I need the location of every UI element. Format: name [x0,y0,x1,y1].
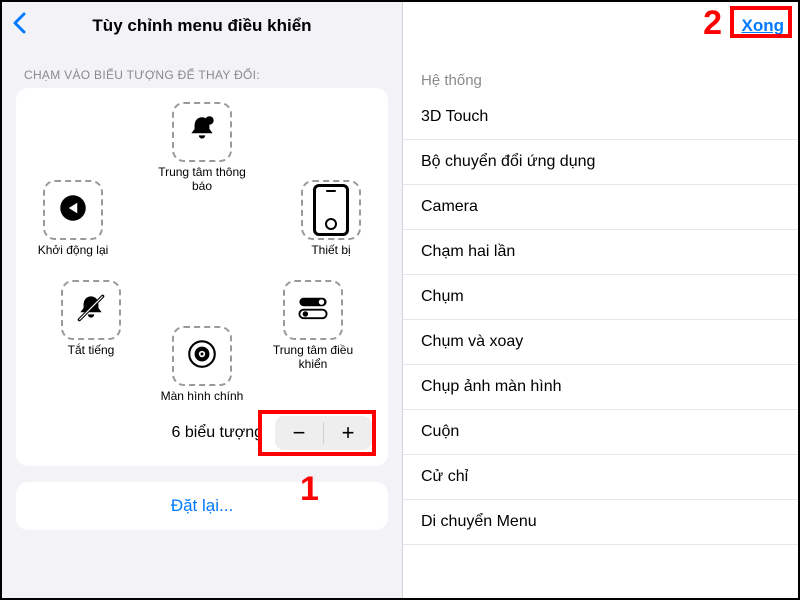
slot-restart[interactable]: Khởi động lại [28,180,118,258]
bell-slash-icon [74,291,108,330]
customize-pane: Tùy chỉnh menu điều khiển CHẠM VÀO BIỂU … [2,2,402,598]
slot-label: Thiết bị [286,244,376,258]
slot-notification-center[interactable]: Trung tâm thông báo [157,102,247,194]
radial-layout: Trung tâm thông báo Khởi động lại Thiết … [24,102,380,402]
slot-device[interactable]: Thiết bị [286,180,376,258]
list-group-header: Hệ thống [403,50,798,95]
actions-list: 3D TouchBộ chuyển đổi ứng dụngCameraChạm… [403,95,798,598]
stepper-minus-button[interactable]: − [275,416,323,450]
bell-badge-icon [185,113,219,152]
slot-home[interactable]: Màn hình chính [157,326,247,404]
list-item[interactable]: Cử chỉ [403,455,798,500]
stepper-plus-button[interactable]: + [324,416,372,450]
slot-label: Trung tâm thông báo [157,166,247,194]
reset-button[interactable]: Đặt lại... [16,482,388,530]
slot-label: Trung tâm điều khiển [268,344,358,372]
list-item[interactable]: Chạm hai lần [403,230,798,275]
slot-mute[interactable]: Tắt tiếng [46,280,136,358]
list-item[interactable]: 3D Touch [403,95,798,140]
annotation-2: 2 [703,4,722,43]
toggles-icon [296,291,330,330]
done-button[interactable]: Xong [742,16,785,36]
list-item[interactable]: Camera [403,185,798,230]
slot-control-center[interactable]: Trung tâm điều khiển [268,280,358,372]
back-chevron-icon[interactable] [12,12,26,41]
icon-count-row: 6 biểu tượng − + [32,416,372,450]
slot-label: Khởi động lại [28,244,118,258]
nav-bar-right: Xong 2 [403,2,798,50]
list-item[interactable]: Cuộn [403,410,798,455]
device-phone-icon [313,184,349,236]
list-item[interactable]: Chụm [403,275,798,320]
list-item[interactable]: Chụp ảnh màn hình [403,365,798,410]
actions-pane: Xong 2 Hệ thống 3D TouchBộ chuyển đổi ứn… [402,2,798,598]
icon-count-stepper: − + [275,416,372,450]
reset-label: Đặt lại... [171,496,233,515]
home-target-icon [185,337,219,376]
section-hint: CHẠM VÀO BIỂU TƯỢNG ĐỂ THAY ĐỔI: [2,50,402,88]
slot-label: Tắt tiếng [46,344,136,358]
icon-grid-card: Trung tâm thông báo Khởi động lại Thiết … [16,88,388,466]
list-item[interactable]: Di chuyển Menu [403,500,798,545]
nav-bar: Tùy chỉnh menu điều khiển [2,2,402,50]
page-title: Tùy chỉnh menu điều khiển [92,16,311,36]
slot-label: Màn hình chính [157,390,247,404]
icon-count-label: 6 biểu tượng [172,424,263,442]
restart-icon [56,191,90,230]
list-item[interactable]: Bộ chuyển đổi ứng dụng [403,140,798,185]
list-item[interactable]: Chụm và xoay [403,320,798,365]
